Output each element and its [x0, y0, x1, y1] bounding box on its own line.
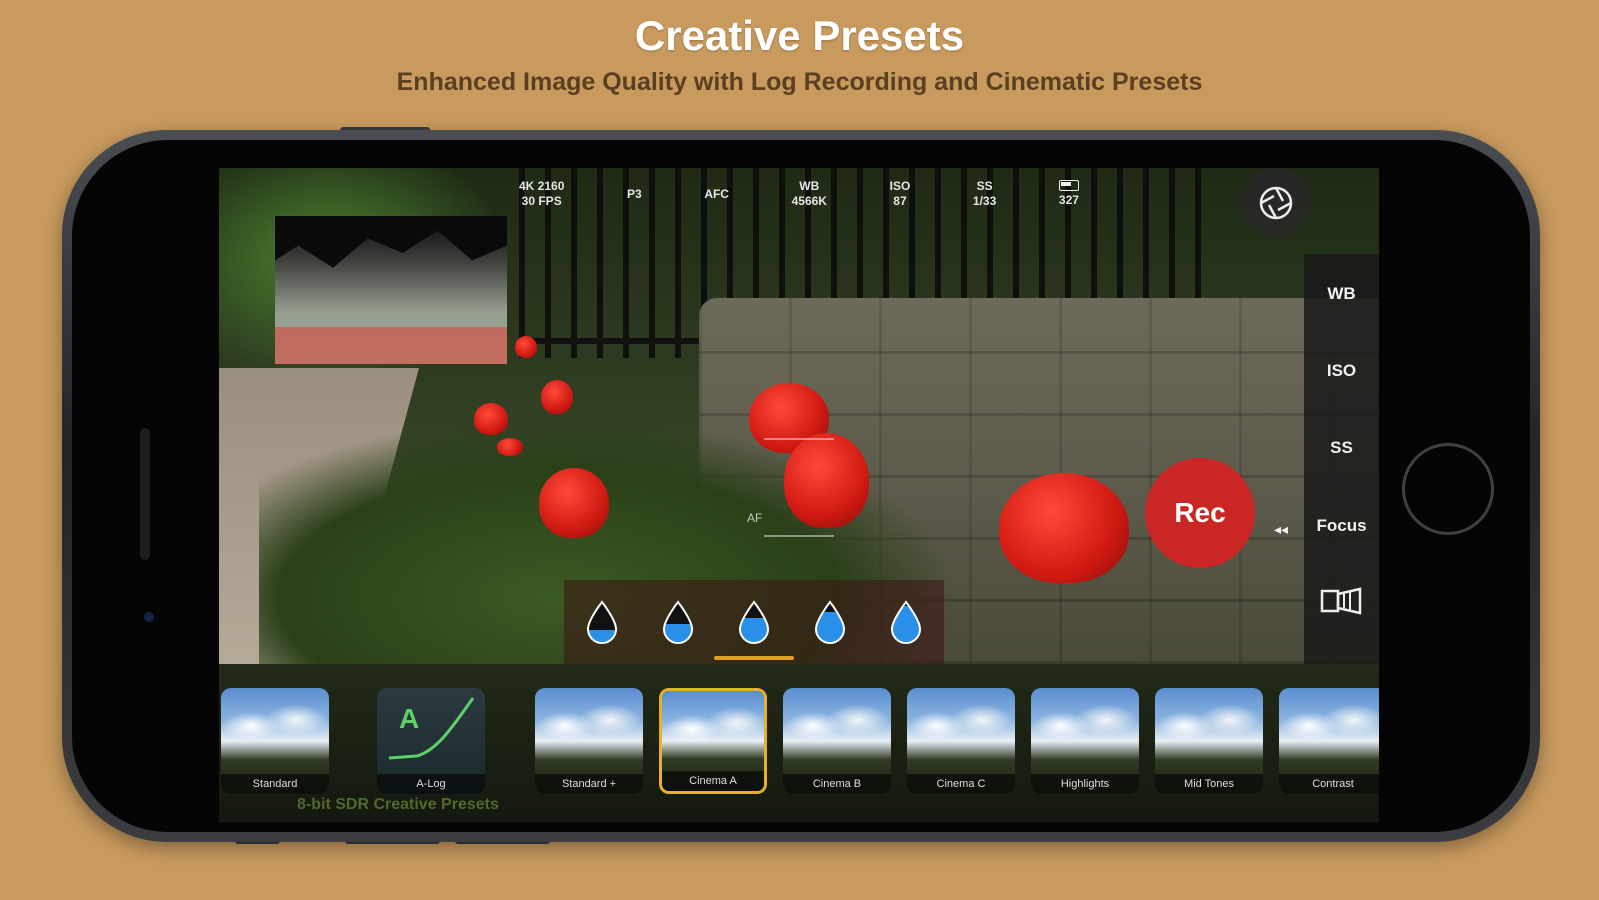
preset-standard[interactable]: Standard [221, 688, 329, 794]
poppy-flower [497, 438, 523, 456]
page-title: Creative Presets [634, 12, 965, 59]
log-curve-icon: A [388, 697, 475, 760]
earpiece-speaker [140, 428, 150, 560]
preset-highlights[interactable]: Highlights [1031, 688, 1139, 794]
poppy-flower [515, 336, 537, 358]
preset-label: Highlights [1031, 774, 1139, 794]
svg-text:A: A [399, 703, 419, 734]
focus-reticle-label: AF [747, 511, 763, 525]
camera-screen: AF 4K 2160 30 FPS P3 AFC WB 4566K ISO 87 SS… [219, 168, 1379, 822]
tone-drop-icon[interactable] [660, 600, 696, 644]
preset-label: Mid Tones [1155, 774, 1263, 794]
preset-mid-tones[interactable]: Mid Tones [1155, 688, 1263, 794]
tone-drop-icon[interactable] [584, 600, 620, 644]
status-resolution[interactable]: 4K 2160 30 FPS [519, 179, 564, 209]
side-item-focus[interactable]: Focus [1304, 516, 1379, 536]
side-item-zoom[interactable] [1304, 586, 1379, 621]
front-camera [144, 612, 154, 622]
home-button[interactable] [1402, 443, 1494, 535]
histogram-overlay [275, 216, 507, 364]
preset-label: Cinema A [662, 771, 764, 791]
record-button[interactable]: Rec [1145, 458, 1255, 568]
side-item-ss[interactable]: SS [1304, 438, 1379, 458]
side-panel: WB ISO SS Focus [1304, 254, 1379, 664]
focus-reticle [764, 438, 834, 537]
aperture-icon [1259, 186, 1293, 220]
battery-icon [1058, 180, 1079, 191]
preset-label: Cinema C [907, 774, 1015, 794]
preset-strip: Standard A A-Log Standard + Cinema A Cinema B… [219, 664, 1379, 822]
preset-a-log[interactable]: A A-Log [377, 688, 485, 794]
tone-drop-icon[interactable] [736, 600, 772, 644]
status-storage: 327 [1059, 180, 1079, 208]
focus-arrow-icon: ◂◂ [1274, 521, 1289, 537]
preset-label: A-Log [377, 774, 485, 794]
status-iso[interactable]: ISO 87 [890, 179, 911, 209]
settings-button[interactable] [1241, 168, 1311, 238]
preset-cinema-b[interactable]: Cinema B [783, 688, 891, 794]
poppy-flower [541, 380, 573, 414]
status-bar: 4K 2160 30 FPS P3 AFC WB 4566K ISO 87 SS 1/3… [519, 174, 1079, 214]
status-wb[interactable]: WB 4566K [792, 179, 827, 209]
side-item-wb[interactable]: WB [1304, 284, 1379, 304]
lens-zoom-icon [1320, 587, 1361, 615]
preset-strip-caption: 8-bit SDR Creative Presets [297, 796, 499, 813]
preset-label: Standard + [535, 774, 643, 794]
tone-drop-icon[interactable] [812, 600, 848, 644]
poppy-flower [474, 403, 508, 435]
poppy-flower [999, 473, 1129, 583]
status-focus-mode[interactable]: AFC [704, 187, 729, 202]
tone-selected-indicator [714, 656, 794, 660]
status-colorspace[interactable]: P3 [627, 187, 642, 202]
preset-contrast[interactable]: Contrast [1279, 688, 1379, 794]
status-ss[interactable]: SS 1/33 [973, 179, 996, 209]
preset-cinema-c[interactable]: Cinema C [907, 688, 1015, 794]
side-item-iso[interactable]: ISO [1304, 361, 1379, 381]
preset-label: Cinema B [783, 774, 891, 794]
tone-drop-icon[interactable] [888, 600, 924, 644]
preset-label: Standard [221, 774, 329, 794]
preset-cinema-a[interactable]: Cinema A [659, 688, 767, 794]
poppy-flower [539, 468, 609, 538]
tone-selector [564, 580, 944, 664]
viewfinder[interactable]: AF 4K 2160 30 FPS P3 AFC WB 4566K ISO 87 SS… [219, 168, 1379, 664]
preset-standard[interactable]: Standard + [535, 688, 643, 794]
page-subtitle: Enhanced Image Quality with Log Recordin… [396, 68, 1203, 96]
preset-label: Contrast [1279, 774, 1379, 794]
